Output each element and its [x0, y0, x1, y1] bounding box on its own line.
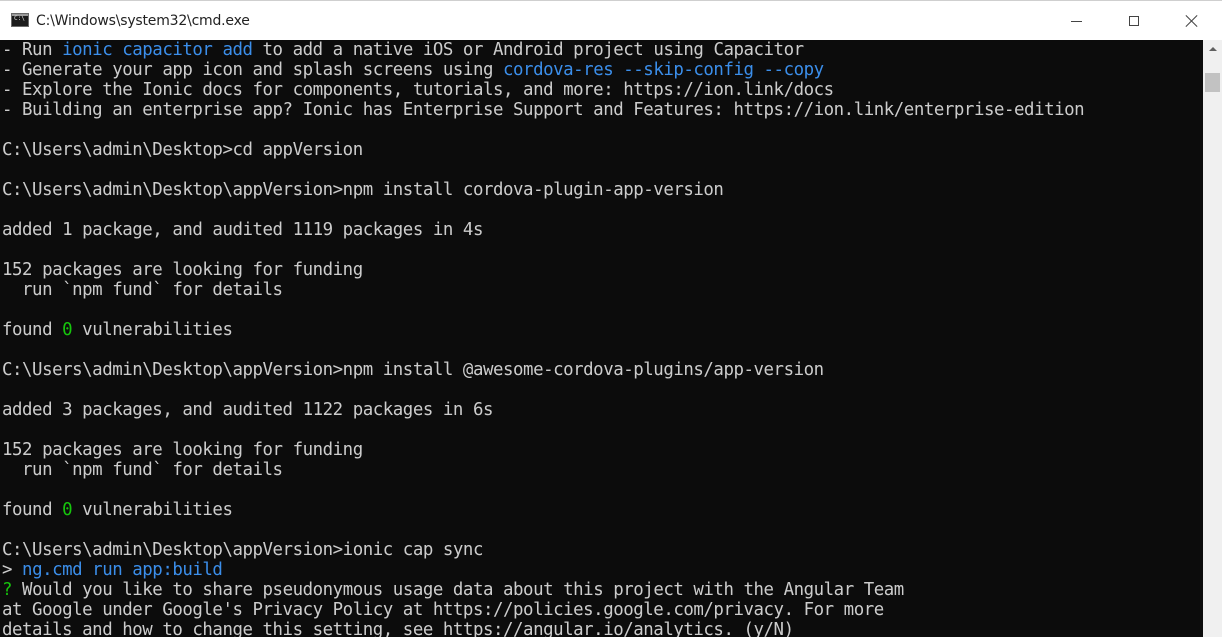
console-line: 152 packages are looking for funding — [2, 440, 1084, 460]
console-line: added 3 packages, and audited 1122 packa… — [2, 400, 1084, 420]
vertical-scrollbar[interactable] — [1203, 40, 1222, 637]
console-line: C:\Users\admin\Desktop\appVersion>npm in… — [2, 180, 1084, 200]
arrow-up-icon — [1208, 46, 1217, 51]
console-line: > ng.cmd run app:build — [2, 560, 1084, 580]
console-output[interactable]: - Run ionic capacitor add to add a nativ… — [0, 40, 1203, 637]
console-text: C:\Users\admin\Desktop\appVersion>ionic … — [2, 540, 483, 560]
console-text: cordova-res --skip-config --copy — [503, 60, 824, 80]
console-text: at Google under Google's Privacy Policy … — [2, 600, 884, 620]
maximize-icon — [1129, 16, 1139, 26]
console-text: added 1 package, and audited 1119 packag… — [2, 220, 483, 240]
console-text: run `npm fund` for details — [2, 460, 283, 480]
console-lines: - Run ionic capacitor add to add a nativ… — [2, 40, 1085, 637]
cmd-icon: C:\ — [11, 13, 29, 27]
console-text: 0 — [62, 320, 73, 340]
console-text: ? — [2, 580, 13, 600]
scroll-thumb[interactable] — [1205, 73, 1220, 92]
console-text: C:\Users\admin\Desktop\appVersion>npm in… — [2, 180, 724, 200]
console-text: found — [2, 320, 63, 340]
console-line: details and how to change this setting, … — [2, 620, 1084, 637]
console-text: C:\Users\admin\Desktop>cd appVersion — [2, 140, 363, 160]
cmd-window: C:\ C:\Windows\system32\cmd.exe - Run io… — [0, 0, 1222, 637]
console-text: run `npm fund` for details — [2, 280, 283, 300]
console-text: vulnerabilities — [72, 500, 233, 520]
console-line: at Google under Google's Privacy Policy … — [2, 600, 1084, 620]
console-line: - Generate your app icon and splash scre… — [2, 60, 1084, 80]
console-text: to add a native iOS or Android project u… — [252, 40, 805, 60]
console-text: added 3 packages, and audited 1122 packa… — [2, 400, 493, 420]
close-icon — [1185, 14, 1199, 28]
scroll-up-button[interactable] — [1203, 40, 1222, 57]
console-text: ionic capacitor add — [62, 40, 253, 60]
console-text: 152 packages are looking for funding — [2, 260, 363, 280]
console-line: 152 packages are looking for funding — [2, 260, 1084, 280]
console-line: C:\Users\admin\Desktop>cd appVersion — [2, 140, 1084, 160]
minimize-button[interactable] — [1047, 1, 1105, 41]
console-text: > — [2, 560, 23, 580]
console-line: - Building an enterprise app? Ionic has … — [2, 100, 1085, 120]
console-text: ng.cmd run app:build — [22, 560, 223, 580]
console-line: found 0 vulnerabilities — [2, 320, 1084, 340]
console-text: 0 — [62, 500, 73, 520]
console-line: run `npm fund` for details — [2, 280, 1084, 300]
console-text: - Run — [2, 40, 63, 60]
console-text: - Explore the Ionic docs for components,… — [2, 80, 834, 100]
window-title: C:\Windows\system32\cmd.exe — [36, 13, 250, 29]
close-button[interactable] — [1163, 1, 1221, 41]
maximize-button[interactable] — [1105, 1, 1163, 41]
console-text: - Generate your app icon and splash scre… — [2, 60, 504, 80]
console-line: - Run ionic capacitor add to add a nativ… — [2, 40, 1084, 60]
console-line: C:\Users\admin\Desktop\appVersion>npm in… — [2, 360, 1084, 380]
console-text: vulnerabilities — [72, 320, 233, 340]
console-text: 152 packages are looking for funding — [2, 440, 363, 460]
console-text: - Building an enterprise app? Ionic has … — [2, 100, 1085, 120]
console-line: - Explore the Ionic docs for components,… — [2, 80, 1084, 100]
console-line: added 1 package, and audited 1119 packag… — [2, 220, 1084, 240]
console-text: found — [2, 500, 63, 520]
minimize-icon — [1070, 20, 1082, 22]
console-line: ? Would you like to share pseudonymous u… — [2, 580, 1084, 600]
console-line: C:\Users\admin\Desktop\appVersion>ionic … — [2, 540, 1084, 560]
console-text: Would you like to share pseudonymous usa… — [12, 580, 904, 600]
title-bar[interactable]: C:\ C:\Windows\system32\cmd.exe — [0, 0, 1222, 40]
console-text: C:\Users\admin\Desktop\appVersion>npm in… — [2, 360, 824, 380]
console-text: details and how to change this setting, … — [2, 620, 794, 637]
console-line: run `npm fund` for details — [2, 460, 1084, 480]
console-line: found 0 vulnerabilities — [2, 500, 1084, 520]
